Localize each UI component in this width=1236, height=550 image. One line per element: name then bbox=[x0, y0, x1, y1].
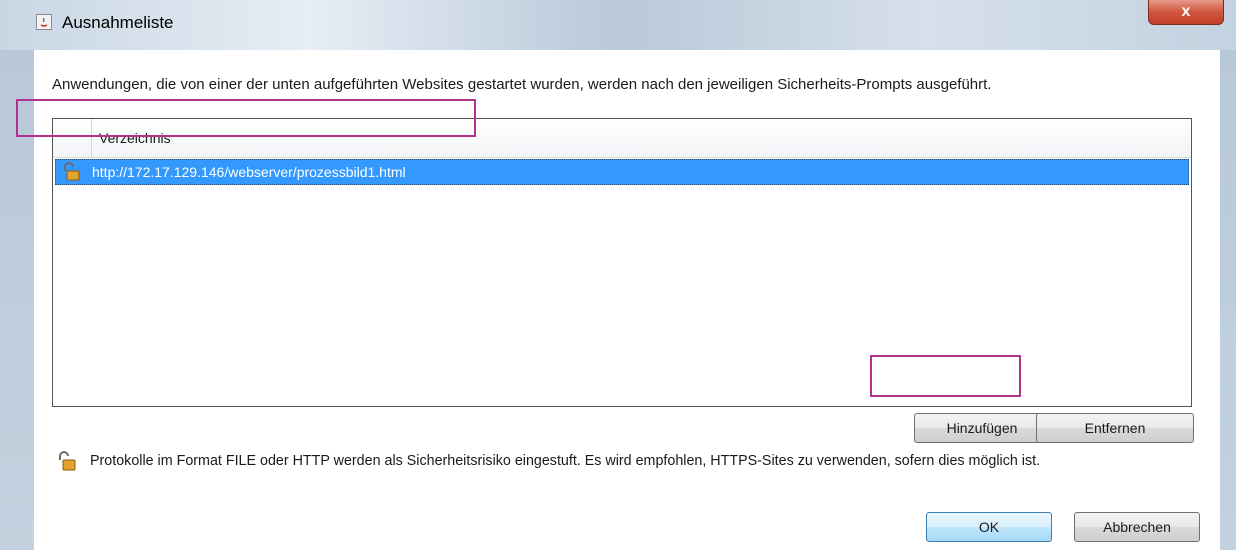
table-header: Verzeichnis bbox=[53, 119, 1191, 158]
remove-button[interactable]: Entfernen bbox=[1036, 413, 1194, 443]
ok-button[interactable]: OK bbox=[926, 512, 1052, 542]
java-app-icon bbox=[36, 14, 52, 30]
description-text: Anwendungen, die von einer der unten auf… bbox=[52, 76, 992, 93]
cancel-button[interactable]: Abbrechen bbox=[1074, 512, 1200, 542]
unlocked-padlock-icon bbox=[61, 162, 81, 182]
window-title: Ausnahmeliste bbox=[62, 13, 174, 32]
column-header-verzeichnis[interactable]: Verzeichnis bbox=[99, 130, 171, 146]
table-row[interactable]: http://172.17.129.146/webserver/prozessb… bbox=[55, 159, 1189, 185]
exception-site-list[interactable]: Verzeichnis http://172.17.129.146/webser… bbox=[52, 118, 1192, 407]
add-button[interactable]: Hinzufügen bbox=[914, 413, 1050, 443]
dialog-content: Anwendungen, die von einer der unten auf… bbox=[34, 50, 1220, 550]
title-bar[interactable]: Ausnahmeliste x bbox=[0, 0, 1236, 50]
window-frame: Ausnahmeliste x Anwendungen, die von ein… bbox=[0, 0, 1236, 550]
security-warning-text: Protokolle im Format FILE oder HTTP werd… bbox=[90, 453, 1041, 469]
unlocked-padlock-icon bbox=[56, 450, 78, 472]
window-border-left bbox=[0, 50, 34, 550]
site-url: http://172.17.129.146/webserver/prozessb… bbox=[92, 164, 406, 180]
window-border-right bbox=[1220, 50, 1236, 550]
table-header-icon-column bbox=[53, 119, 92, 157]
close-button[interactable]: x bbox=[1148, 0, 1224, 25]
